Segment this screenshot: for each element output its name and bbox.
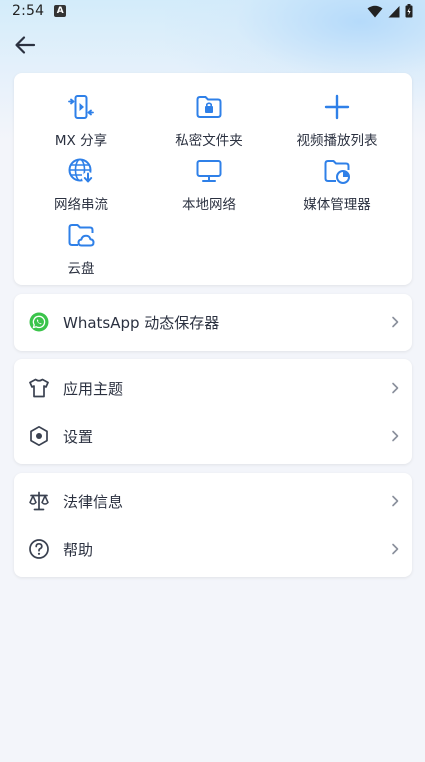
share-transfer-icon bbox=[68, 95, 94, 119]
tile-label: 网络串流 bbox=[54, 197, 108, 213]
info-card: 法律信息 帮助 bbox=[14, 473, 412, 577]
arrow-left-icon bbox=[15, 36, 36, 54]
tile-cloud-drive[interactable]: 云盘 bbox=[16, 221, 146, 285]
back-button[interactable] bbox=[12, 32, 38, 58]
app-theme-row[interactable]: 应用主题 bbox=[14, 364, 412, 412]
tile-mx-share[interactable]: MX 分享 bbox=[16, 93, 146, 157]
tile-label: 本地网络 bbox=[182, 197, 236, 213]
row-label: 应用主题 bbox=[63, 379, 124, 398]
tile-media-manager[interactable]: 媒体管理器 bbox=[272, 157, 402, 221]
row-label: 帮助 bbox=[63, 540, 94, 559]
settings-row[interactable]: 设置 bbox=[14, 412, 412, 460]
globe-download-icon bbox=[68, 158, 94, 184]
chevron-right-icon bbox=[392, 495, 399, 507]
tile-video-playlist[interactable]: 视频播放列表 bbox=[272, 93, 402, 157]
tile-label: 媒体管理器 bbox=[303, 197, 371, 213]
row-label: 法律信息 bbox=[63, 492, 124, 511]
tile-local-network[interactable]: 本地网络 bbox=[144, 157, 274, 221]
row-label: 设置 bbox=[63, 427, 94, 446]
wifi-icon bbox=[367, 5, 383, 17]
cloud-folder-icon bbox=[68, 224, 95, 247]
tile-label: MX 分享 bbox=[54, 133, 108, 149]
chevron-right-icon bbox=[392, 430, 399, 442]
tile-label: 视频播放列表 bbox=[296, 133, 378, 149]
row-label: WhatsApp 动态保存器 bbox=[63, 313, 220, 332]
shirt-icon bbox=[28, 377, 50, 399]
chevron-right-icon bbox=[392, 382, 399, 394]
tile-network-stream[interactable]: 网络串流 bbox=[16, 157, 146, 221]
chevron-right-icon bbox=[392, 316, 399, 328]
tile-label: 私密文件夹 bbox=[175, 133, 243, 149]
whatsapp-card: WhatsApp 动态保存器 bbox=[14, 294, 412, 351]
a-notification-icon: A bbox=[54, 5, 67, 17]
monitor-icon bbox=[196, 160, 222, 182]
folder-chart-icon bbox=[324, 160, 350, 184]
help-row[interactable]: 帮助 bbox=[14, 525, 412, 573]
legal-info-row[interactable]: 法律信息 bbox=[14, 477, 412, 525]
hexagon-settings-icon bbox=[28, 425, 50, 447]
scales-icon bbox=[28, 490, 50, 512]
lock-folder-icon bbox=[196, 96, 222, 118]
status-time: 2:54 bbox=[12, 3, 45, 19]
tile-label: 云盘 bbox=[67, 261, 95, 277]
battery-charging-icon bbox=[405, 4, 413, 18]
quick-actions-card: MX 分享 私密文件夹 视频播放列表 网络串流 本地网络 媒体管理器 云盘 bbox=[14, 73, 412, 285]
chevron-right-icon bbox=[392, 543, 399, 555]
status-icons bbox=[367, 4, 413, 18]
settings-card: 应用主题 设置 bbox=[14, 359, 412, 464]
signal-icon bbox=[388, 5, 400, 17]
tile-private-folder[interactable]: 私密文件夹 bbox=[144, 93, 274, 157]
status-bar: 2:54 A bbox=[0, 0, 425, 22]
whatsapp-status-saver-row[interactable]: WhatsApp 动态保存器 bbox=[14, 298, 412, 346]
whatsapp-icon bbox=[28, 311, 50, 333]
question-circle-icon bbox=[28, 538, 50, 560]
plus-icon bbox=[324, 94, 350, 120]
